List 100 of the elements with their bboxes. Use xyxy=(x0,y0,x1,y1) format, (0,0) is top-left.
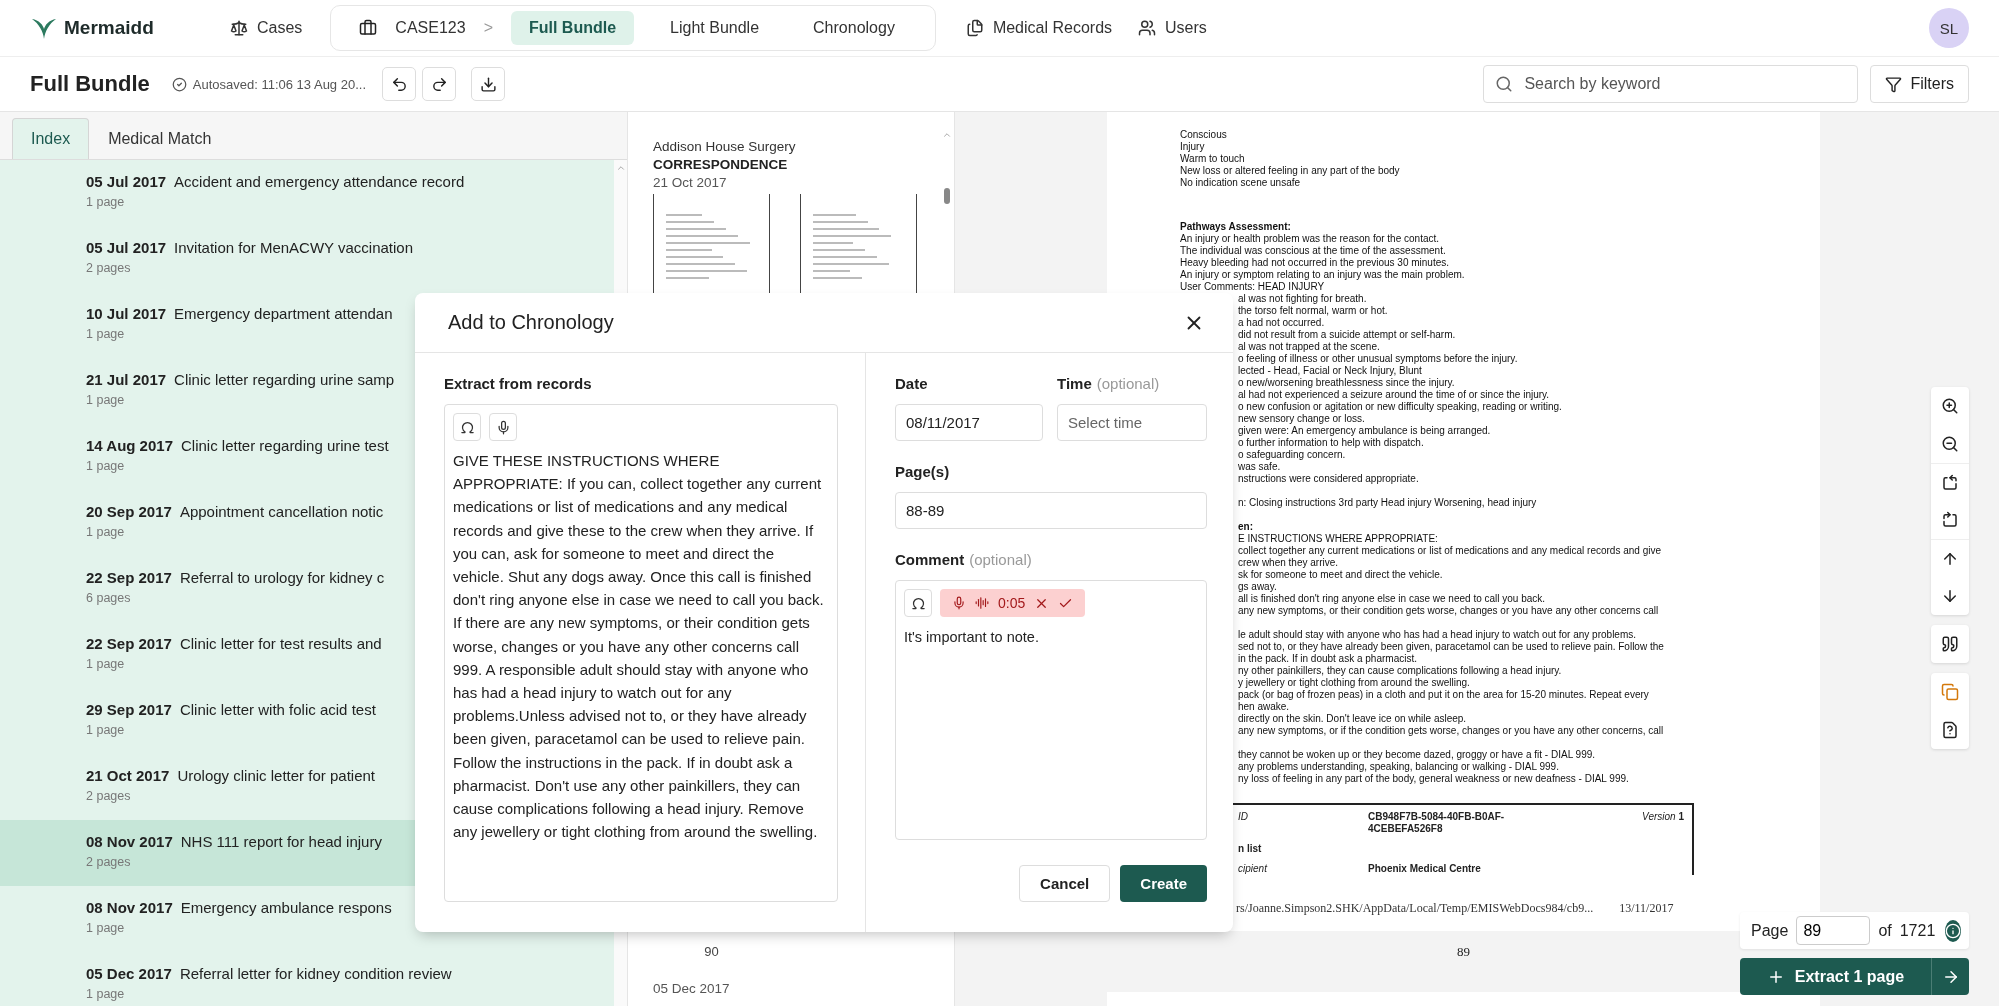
scrollbar-thumb[interactable] xyxy=(944,188,950,204)
document-date: 05 Dec 2017 xyxy=(653,981,731,996)
undo-button[interactable] xyxy=(382,67,416,101)
dialog-title: Add to Chronology xyxy=(448,311,614,334)
document-line: directly on the skin. Don't leave ice on while asleep. xyxy=(1238,713,1468,725)
page-count: 1 page xyxy=(86,195,125,209)
entry-title: Emergency department attendan xyxy=(174,305,393,322)
download-button[interactable] xyxy=(471,67,505,101)
page-title: Full Bundle xyxy=(30,71,150,97)
search-field[interactable]: Search by keyword xyxy=(1483,65,1859,103)
info-icon xyxy=(1945,919,1962,942)
cases-link[interactable]: Cases xyxy=(230,19,303,37)
entry-date: 29 Sep 2017 xyxy=(86,701,172,718)
table-label: n list xyxy=(1238,843,1263,855)
entry-title: Clinic letter regarding urine samp xyxy=(174,371,395,388)
index-entry[interactable]: 05 Jul 2017 Accident and emergency attendance record 1 page xyxy=(0,160,614,226)
entry-date: 08 Nov 2017 xyxy=(86,833,173,850)
next-button[interactable] xyxy=(1931,958,1969,995)
omega-button[interactable] xyxy=(453,413,481,441)
document-line: given were: An emergency ambulance is being arranged. xyxy=(1238,425,1492,437)
page-count: 1 page xyxy=(86,393,125,407)
document-line: sk for someone to meet and direct the vehicle. xyxy=(1238,569,1444,581)
document-line: n: Closing instructions 3rd party Head injury Worsening, head injury xyxy=(1238,497,1538,509)
document-category: CORRESPONDENCE xyxy=(653,156,789,174)
omega-icon xyxy=(910,595,926,611)
of-label: of xyxy=(1878,921,1892,940)
thumbnail-page-number: 90 xyxy=(703,944,720,959)
document-line: gs away. xyxy=(1238,581,1278,593)
redo-button[interactable] xyxy=(422,67,456,101)
separator: > xyxy=(483,19,493,37)
document-line: Warm to touch xyxy=(1180,153,1246,165)
entry-title: Urology clinic letter for patient xyxy=(177,767,375,784)
omega-icon xyxy=(459,419,475,435)
filters-button[interactable]: Filters xyxy=(1870,65,1969,103)
document-line: pack (or bag of frozen peas) in a cloth and put it on the area for 15-20 minutes. Repeat every xyxy=(1238,689,1650,701)
nav-link[interactable]: Users xyxy=(1138,19,1207,37)
file-path: rs/Joanne.Simpson2.SHK/AppData/Local/Temp/EMISWebDocs984/cb9... xyxy=(1236,901,1594,916)
page-count: 1 page xyxy=(86,921,125,935)
document-line: o safeguarding concern. xyxy=(1238,449,1347,461)
page-count: 2 pages xyxy=(86,789,131,803)
document-line: in the pack. If in doubt ask a pharmacist. xyxy=(1238,653,1418,665)
document-line: y jewellery or tight clothing from around the swelling. xyxy=(1238,677,1471,689)
page-input[interactable]: 89 xyxy=(1796,916,1871,945)
scroll-up-icon xyxy=(615,163,626,173)
copy-icon xyxy=(1941,683,1959,701)
bundle-tab[interactable]: Light Bundle xyxy=(652,11,778,45)
entry-title: Referral to urology for kidney c xyxy=(179,569,385,586)
total-pages: 1721 xyxy=(1899,921,1936,940)
page-count: 1 page xyxy=(86,459,125,473)
panel-tab[interactable]: Index xyxy=(12,118,90,159)
index-entry[interactable]: 05 Jul 2017 Invitation for MenACWY vaccination 2 pages xyxy=(0,226,614,292)
create-button[interactable]: Create xyxy=(1120,865,1207,902)
field-label: Extract from records xyxy=(444,375,593,392)
page-count: 1 page xyxy=(86,327,125,341)
download-icon xyxy=(479,75,497,93)
filter-icon xyxy=(1885,75,1903,93)
page-label: Page xyxy=(1751,921,1789,940)
date-field[interactable]: 08/11/2017 xyxy=(895,404,1043,441)
document-line: the torso felt normal, warm or hot. xyxy=(1238,305,1389,317)
pages-field[interactable]: 88-89 xyxy=(895,492,1207,529)
time-field[interactable]: Select time xyxy=(1057,404,1207,441)
microphone-button[interactable] xyxy=(489,413,517,441)
autosave-status: Autosaved: 11:06 13 Aug 20... xyxy=(192,76,366,92)
users-icon xyxy=(1138,19,1157,37)
files-icon xyxy=(965,19,984,37)
panel-tab[interactable]: Medical Match xyxy=(89,118,231,159)
entry-date: 22 Sep 2017 xyxy=(86,635,172,652)
document-line: any problems understanding, speaking, balancing or walking - DIAL 999. xyxy=(1238,761,1560,773)
document-line: Injury xyxy=(1180,141,1206,153)
page-count: 6 pages xyxy=(86,591,131,605)
document-line: An injury or health problem was the reason for the contact. xyxy=(1180,233,1441,245)
index-entry[interactable]: 05 Dec 2017 Referral letter for kidney condition review 1 page xyxy=(0,952,614,1006)
field-label: Page(s) xyxy=(895,463,951,480)
document-source: Addison House Surgery xyxy=(653,138,797,156)
cancel-button[interactable]: Cancel xyxy=(1019,865,1111,902)
undo-icon xyxy=(390,75,408,93)
bundle-tab[interactable]: Full Bundle xyxy=(510,11,635,45)
document-line: o new/worsening breathlessness since the injury. xyxy=(1238,377,1456,389)
page-count: 1 page xyxy=(86,525,125,539)
entry-date: 10 Jul 2017 xyxy=(86,305,167,322)
document-line: crew when they arrive. xyxy=(1238,557,1340,569)
document-line: User Comments: HEAD INJURY xyxy=(1180,281,1326,293)
document-date: 21 Oct 2017 xyxy=(653,174,728,192)
print-date: 13/11/2017 xyxy=(1619,901,1674,916)
nav-link[interactable]: Medical Records xyxy=(965,19,1113,37)
entry-date: 05 Jul 2017 xyxy=(86,239,167,256)
document-line: al was not trapped at the scene. xyxy=(1238,341,1381,353)
page-count: 1 page xyxy=(86,723,125,737)
extract-button[interactable]: Extract 1 page xyxy=(1740,958,1931,995)
document-line: No indication scene unsafe xyxy=(1180,177,1302,189)
user-avatar[interactable]: SL xyxy=(1929,8,1969,48)
document-line: An injury or symptom relating to an injury was the main problem. xyxy=(1180,269,1466,281)
entry-date: 08 Nov 2017 xyxy=(86,899,173,916)
omega-button[interactable] xyxy=(904,589,932,617)
extract-editor[interactable] xyxy=(444,404,838,902)
entry-date: 05 Dec 2017 xyxy=(86,965,172,982)
comment-editor[interactable]: 0:05 It's important to note. xyxy=(895,580,1207,840)
bundle-tab[interactable]: Chronology xyxy=(795,11,913,45)
entry-title: Accident and emergency attendance record xyxy=(174,173,465,190)
entry-date: 20 Sep 2017 xyxy=(86,503,172,520)
